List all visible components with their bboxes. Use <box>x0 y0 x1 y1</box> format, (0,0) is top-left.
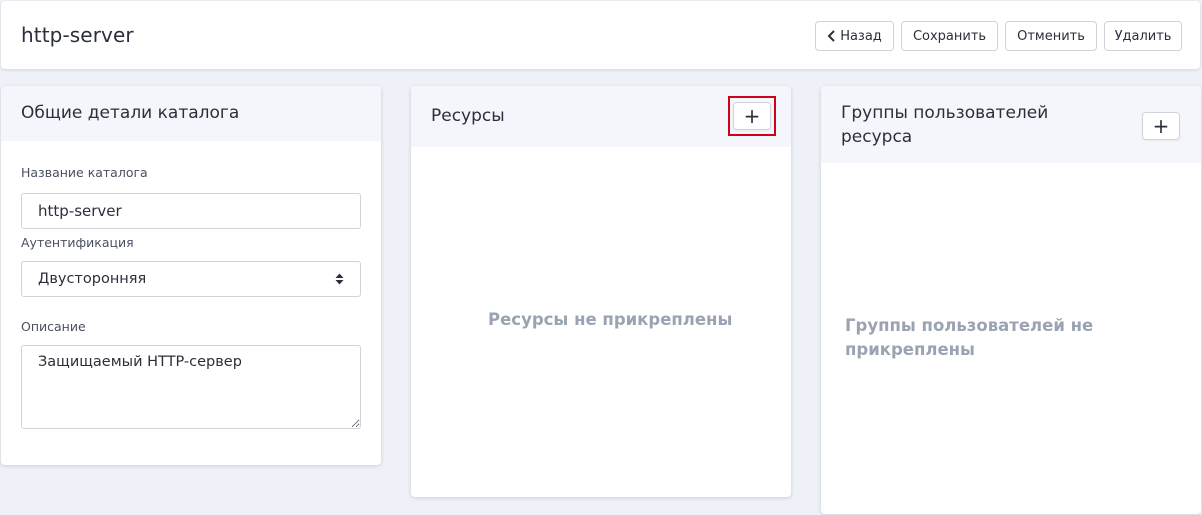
add-user-group-button[interactable]: + <box>1142 112 1180 140</box>
catalog-details-header: Общие детали каталога <box>1 86 381 141</box>
resources-empty-text: Ресурсы не прикреплены <box>488 310 733 329</box>
plus-icon: + <box>743 104 761 128</box>
chevron-left-icon <box>827 30 835 42</box>
add-resource-button[interactable]: + <box>733 102 771 130</box>
catalog-name-input[interactable] <box>21 193 361 229</box>
resources-card: Ресурсы + Ресурсы не прикреплены <box>411 86 791 497</box>
resources-title: Ресурсы <box>431 106 505 126</box>
user-groups-empty-text: Группы пользователей не прикреплены <box>845 316 1094 359</box>
select-arrows-icon <box>335 273 344 285</box>
description-textarea[interactable]: Защищаемый HTTP-сервер <box>21 345 361 429</box>
description-label: Описание <box>21 319 86 334</box>
plus-icon: + <box>1152 114 1170 138</box>
user-groups-title: Группы пользователей ресурса <box>841 103 1049 147</box>
cancel-button[interactable]: Отменить <box>1005 21 1097 51</box>
back-button-label: Назад <box>840 28 882 44</box>
delete-button[interactable]: Удалить <box>1104 21 1182 51</box>
user-groups-header: Группы пользователей ресурса + <box>821 86 1201 163</box>
page-title: http-server <box>21 23 134 47</box>
auth-select-value: Двусторонняя <box>38 271 147 287</box>
resources-header: Ресурсы + <box>411 86 791 147</box>
catalog-details-title: Общие детали каталога <box>21 103 240 123</box>
save-button[interactable]: Сохранить <box>901 21 998 51</box>
catalog-details-card: Общие детали каталога Название каталога … <box>1 86 381 465</box>
user-groups-card: Группы пользователей ресурса + Группы по… <box>821 86 1201 514</box>
catalog-name-label: Название каталога <box>21 165 148 180</box>
auth-select[interactable]: Двусторонняя <box>21 261 361 297</box>
page-header: http-server Назад Сохранить Отменить Уда… <box>1 1 1200 69</box>
auth-label: Аутентификация <box>21 235 134 250</box>
back-button[interactable]: Назад <box>815 21 894 51</box>
